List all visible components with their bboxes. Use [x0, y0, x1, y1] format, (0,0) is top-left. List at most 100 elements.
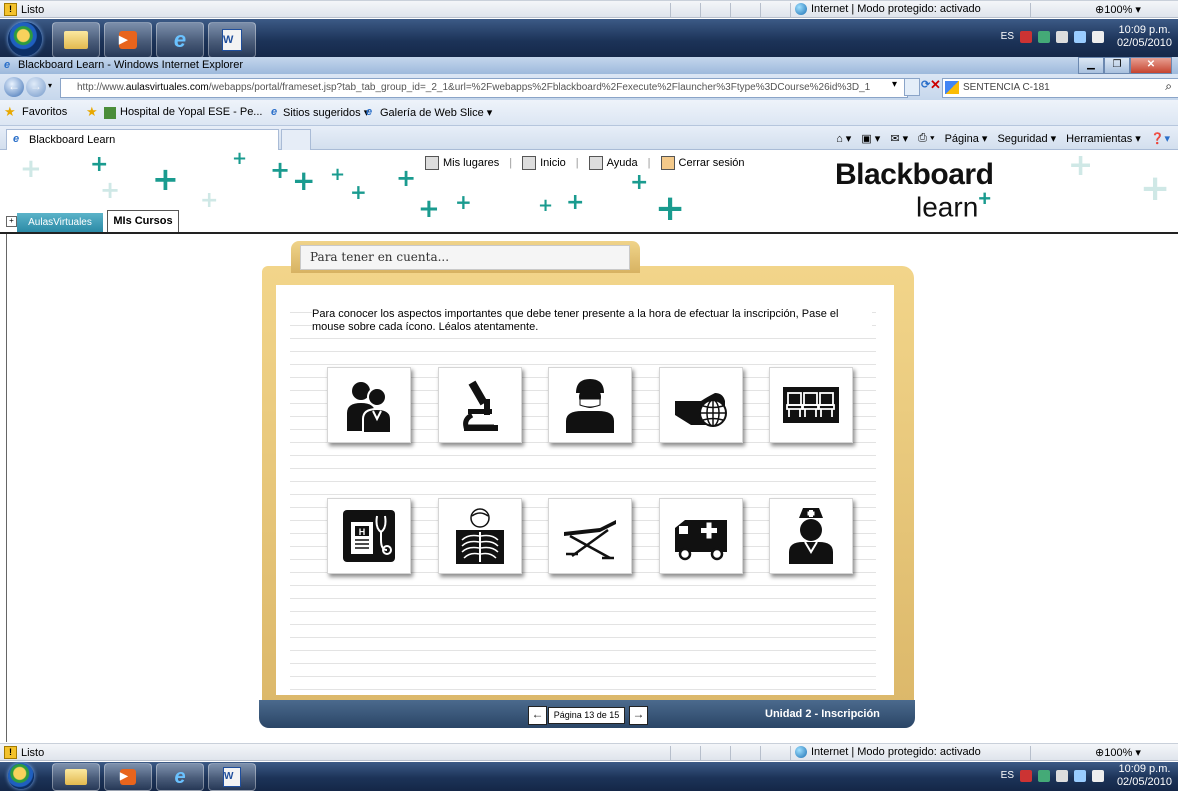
start-button[interactable]: [8, 763, 34, 789]
medical-chart-icon: H: [343, 510, 395, 562]
back-button[interactable]: ←: [4, 77, 24, 97]
tray-network-icon[interactable]: [1020, 31, 1032, 43]
tab-aulas-virtuales[interactable]: AulasVirtuales: [17, 213, 103, 232]
help-icon[interactable]: ❓▾: [1151, 132, 1170, 145]
waiting-chairs-icon-card[interactable]: [769, 367, 853, 443]
folder-title: Para tener en cuenta...: [300, 245, 630, 270]
favorite-hospital[interactable]: Hospital de Yopal ESE - Pe...: [120, 106, 262, 118]
next-page-button[interactable]: →: [629, 706, 648, 725]
stop-icon[interactable]: ✕: [930, 77, 941, 93]
compatibility-view-icon[interactable]: [904, 78, 920, 96]
zoom-control[interactable]: ⊕100% ▾: [1095, 746, 1141, 759]
nurse-icon-card[interactable]: [769, 498, 853, 574]
ambulance-icon-card[interactable]: [659, 498, 743, 574]
feeds-icon[interactable]: ▣ ▾: [861, 132, 880, 145]
expand-toggle-icon[interactable]: +: [6, 216, 17, 227]
nav-inicio[interactable]: Inicio: [522, 156, 566, 170]
warning-icon: !: [4, 3, 17, 16]
word-taskbar-button[interactable]: W: [208, 22, 256, 58]
window-title: Blackboard Learn - Windows Internet Expl…: [18, 59, 243, 71]
zoom-control[interactable]: ⊕100% ▾: [1095, 3, 1141, 16]
folder-icon: [64, 31, 88, 49]
forward-button[interactable]: →: [26, 77, 46, 97]
tray-device-icon[interactable]: [1056, 31, 1068, 43]
url-dropdown-icon[interactable]: ▾: [892, 79, 897, 90]
doctors-icon-card[interactable]: [327, 367, 411, 443]
security-zone-text[interactable]: Internet | Modo protegido: activado: [811, 3, 981, 15]
stretcher-icon-card[interactable]: [548, 498, 632, 574]
tab-blackboard[interactable]: e Blackboard Learn: [6, 129, 279, 150]
globe-hand-icon-card[interactable]: [659, 367, 743, 443]
security-zone-text[interactable]: Internet | Modo protegido: activado: [811, 746, 981, 758]
ie-taskbar-button[interactable]: e: [156, 763, 204, 791]
explorer-taskbar-button[interactable]: [52, 763, 100, 791]
decor-plus: +: [90, 152, 109, 177]
add-favorite-icon[interactable]: ★: [86, 104, 98, 120]
search-go-icon[interactable]: ⌕: [1165, 79, 1172, 94]
nurse-icon: [789, 508, 833, 564]
media-taskbar-button[interactable]: ▶: [104, 22, 152, 58]
tray-volume-icon[interactable]: [1092, 770, 1104, 782]
blackboard-header: + + + + + + + + + + + + + + + + + + + Mi…: [0, 150, 1178, 232]
media-taskbar-button[interactable]: ▶: [104, 763, 152, 791]
clock[interactable]: 10:09 p.m. 02/05/2010: [1117, 763, 1172, 789]
tray-volume-icon[interactable]: [1092, 31, 1104, 43]
nav-cerrar-sesion[interactable]: Cerrar sesión: [660, 156, 745, 170]
url-path: /webapps/portal/frameset.jsp?tab_tab_gro…: [208, 82, 871, 93]
nav-ayuda[interactable]: Ayuda: [588, 156, 638, 170]
refresh-icon[interactable]: ⟳: [921, 78, 930, 91]
ie-status-bar-bottom: ! Listo Internet | Modo protegido: activa…: [0, 743, 1178, 761]
waiting-chairs-icon: [783, 387, 839, 423]
decor-plus: +: [566, 190, 585, 215]
decor-plus: +: [100, 176, 121, 204]
minimize-button[interactable]: ▁: [1078, 57, 1104, 74]
favorite-web-slice[interactable]: Galería de Web Slice ▾: [380, 106, 492, 119]
tray-signal-icon[interactable]: [1074, 770, 1086, 782]
tray-signal-icon[interactable]: [1074, 31, 1086, 43]
status-text: Listo: [21, 3, 45, 16]
favorite-suggested-sites[interactable]: Sitios sugeridos ▾: [283, 106, 369, 119]
medical-chart-icon-card[interactable]: H: [327, 498, 411, 574]
tray-flag-icon[interactable]: [1038, 770, 1050, 782]
mail-icon[interactable]: ✉ ▾: [890, 132, 908, 145]
tools-menu[interactable]: Herramientas ▾: [1066, 132, 1141, 145]
print-icon[interactable]: ⎙ ▾: [918, 132, 934, 145]
warning-icon: !: [4, 746, 17, 759]
clock[interactable]: 10:09 p.m. 02/05/2010: [1117, 24, 1172, 50]
media-player-icon: ▶: [120, 769, 136, 785]
tray-network-icon[interactable]: [1020, 770, 1032, 782]
word-taskbar-button[interactable]: W: [208, 763, 256, 791]
language-indicator[interactable]: ES: [1001, 770, 1014, 781]
hospital-site-icon: [104, 107, 116, 119]
tab-mis-cursos[interactable]: MIs Cursos: [107, 210, 179, 232]
explorer-taskbar-button[interactable]: [52, 22, 100, 58]
nav-mis-lugares[interactable]: Mis lugares: [425, 156, 499, 170]
close-window-button[interactable]: ✕: [1130, 57, 1172, 74]
ie-logo-icon: e: [173, 27, 187, 52]
favorites-button[interactable]: Favoritos: [22, 106, 67, 118]
microscope-icon-card[interactable]: [438, 367, 522, 443]
ruled-lines: [290, 300, 876, 690]
ie-logo-icon: e: [174, 765, 186, 788]
home-icon[interactable]: ⌂ ▾: [836, 132, 851, 145]
history-dropdown-icon[interactable]: ▾: [48, 81, 52, 90]
restore-button[interactable]: ❐: [1104, 57, 1130, 74]
prev-page-button[interactable]: ←: [528, 706, 547, 725]
tray-device-icon[interactable]: [1056, 770, 1068, 782]
tray-flag-icon[interactable]: [1038, 31, 1050, 43]
zoom-level: 100%: [1104, 747, 1133, 759]
url-input[interactable]: http://www.aulasvirtuales.com/webapps/po…: [60, 78, 908, 98]
surgeon-icon-card[interactable]: [548, 367, 632, 443]
xray-icon-card[interactable]: [438, 498, 522, 574]
search-box[interactable]: SENTENCIA C-181: [942, 78, 1178, 98]
xray-icon: [456, 508, 504, 564]
language-indicator[interactable]: ES: [1001, 31, 1014, 42]
page-menu[interactable]: Página ▾: [945, 132, 988, 145]
security-menu[interactable]: Seguridad ▾: [997, 132, 1056, 145]
clock-time: 10:09 p.m.: [1118, 763, 1171, 775]
start-button[interactable]: [8, 22, 42, 56]
decor-plus: +: [1068, 150, 1094, 183]
ie-taskbar-button[interactable]: e: [156, 22, 204, 58]
new-tab-button[interactable]: [281, 129, 311, 151]
favorites-star-icon[interactable]: ★: [4, 104, 16, 120]
